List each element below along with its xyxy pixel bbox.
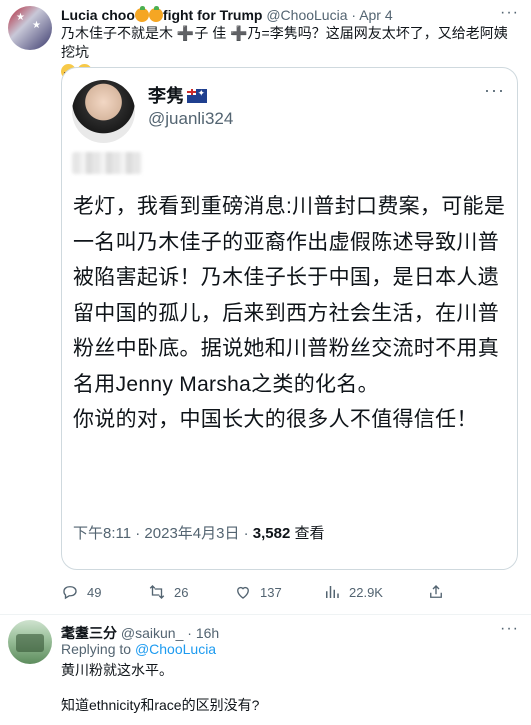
embedded-paragraph: 你说的对，中国长大的很多人不值得信任！ <box>73 408 478 431</box>
embedded-body: 老灯，我看到重磅消息:川普封口费案，可能是一名叫乃木佳子的亚裔作出虚假陈述导致川… <box>73 189 513 438</box>
tweet-header: Lucia choo fight for Trump @ChooLucia · A… <box>61 6 393 24</box>
author-avatar[interactable]: ★ ★ <box>8 6 52 50</box>
embedded-paragraph: 老灯，我看到重磅消息:川普封口费案，可能是一名叫乃木佳子的亚裔作出虚假陈述导致川… <box>73 195 506 396</box>
reply-date[interactable]: 16h <box>196 625 219 641</box>
replying-label: Replying to <box>61 641 135 657</box>
australia-flag-icon <box>187 88 207 103</box>
separator: · <box>187 625 192 641</box>
separator: · <box>351 7 357 23</box>
tweet-actions: 49 26 137 22.9K <box>61 583 521 603</box>
analytics-icon <box>326 586 339 598</box>
share-icon <box>430 585 442 598</box>
retweet-count: 26 <box>174 584 189 600</box>
share-button[interactable] <box>427 583 445 601</box>
reply-text: 黄川粉就这水平。 <box>61 662 173 678</box>
star-icon: ★ <box>32 20 41 31</box>
heart-icon <box>237 586 249 599</box>
reply-count: 49 <box>87 584 102 600</box>
embedded-views-label: 查看 <box>290 525 325 542</box>
retweet-button[interactable]: 26 <box>148 583 188 601</box>
tweet-text-line: 乃木佳子不就是木 ➕子 佳 ➕乃=李隽吗？这届网友太坏了，又给老阿姨挖坑 <box>61 25 508 60</box>
more-options-icon[interactable]: ··· <box>500 4 519 22</box>
star-icon: ★ <box>16 12 25 23</box>
retweet-icon <box>149 585 165 599</box>
reply-text: 知道ethnicity和race的区别没有? <box>61 697 260 713</box>
like-button[interactable]: 137 <box>234 583 282 601</box>
embedded-more-icon: ··· <box>484 80 505 100</box>
reply-button[interactable]: 49 <box>61 583 101 601</box>
orange-emoji-icon <box>134 6 149 22</box>
orange-emoji-icon <box>148 6 163 22</box>
reply-author-avatar[interactable] <box>8 620 52 664</box>
like-count: 137 <box>260 584 282 600</box>
embedded-timestamp: 下午8:11 · 2023年4月3日 · <box>73 525 253 542</box>
embedded-views-count: 3,582 <box>252 525 291 542</box>
embedded-name-text: 李隽 <box>148 86 184 106</box>
blurred-text <box>72 152 142 174</box>
author-handle[interactable]: @ChooLucia <box>266 7 347 23</box>
embedded-avatar <box>72 80 135 143</box>
reply-author-handle[interactable]: @saikun_ <box>121 625 183 641</box>
reply-icon <box>63 586 77 600</box>
tweet-date[interactable]: Apr 4 <box>359 7 392 23</box>
author-name-prefix: Lucia choo <box>61 7 135 23</box>
divider <box>0 614 531 615</box>
embedded-handle: @juanli324 <box>148 109 234 128</box>
views-count: 22.9K <box>349 584 383 600</box>
embedded-screenshot[interactable]: 李隽 @juanli324 ··· 老灯，我看到重磅消息:川普封口费案，可能是一… <box>61 67 518 570</box>
embedded-meta: 下午8:11 · 2023年4月3日 · 3,582 查看 <box>73 522 325 543</box>
author-name[interactable]: Lucia choo fight for Trump <box>61 6 263 23</box>
reply-header: 耄耋三分 @saikun_ · 16h <box>61 623 219 643</box>
author-name-suffix: fight for Trump <box>162 7 263 23</box>
views-button[interactable]: 22.9K <box>323 583 383 601</box>
replying-to-link[interactable]: @ChooLucia <box>135 641 216 657</box>
reply-more-options-icon[interactable]: ··· <box>500 620 519 638</box>
embedded-name: 李隽 <box>148 82 207 108</box>
replying-to: Replying to @ChooLucia <box>61 641 216 657</box>
reply-author-name[interactable]: 耄耋三分 <box>61 625 117 641</box>
